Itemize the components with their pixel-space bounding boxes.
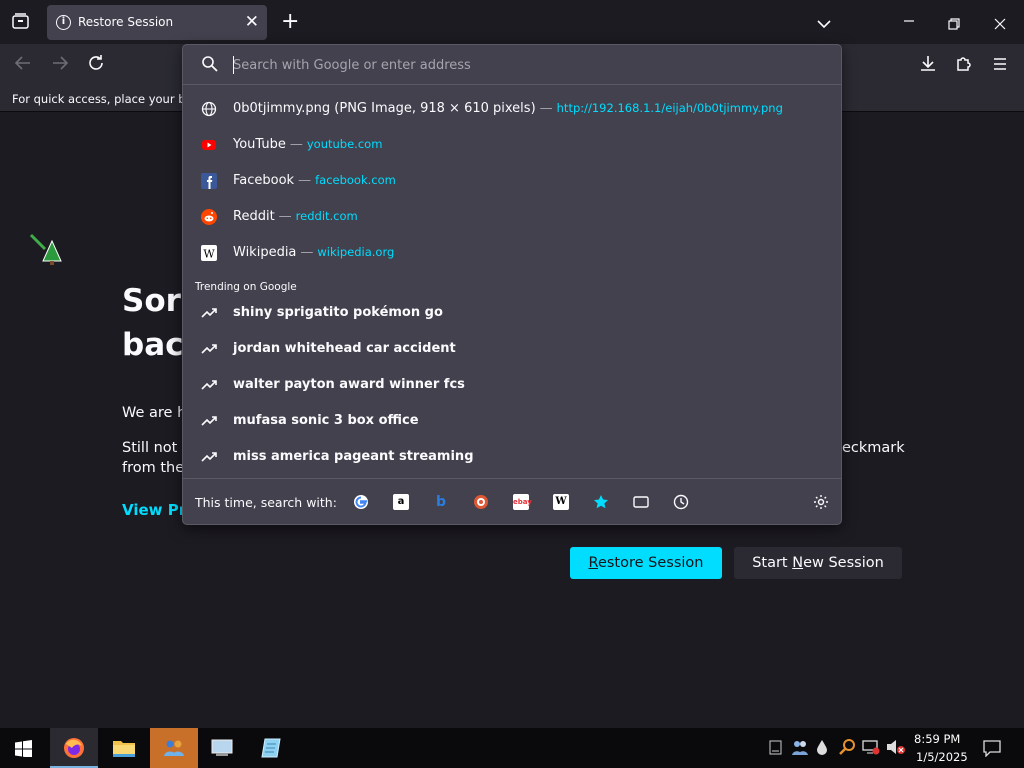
- back-arrow-icon[interactable]: [14, 53, 32, 77]
- google-icon[interactable]: [353, 494, 369, 510]
- search-with-label: This time, search with:: [195, 495, 337, 510]
- taskbar-firefox[interactable]: [50, 728, 98, 768]
- trending-row[interactable]: miss america pageant streaming: [183, 439, 841, 475]
- urlbar-input-row: [183, 45, 841, 85]
- suggestion-url: reddit.com: [295, 209, 358, 223]
- extensions-puzzle-icon[interactable]: [955, 53, 973, 77]
- start-new-session-button[interactable]: Start New Session: [734, 547, 902, 579]
- page-paragraph-2-line2: from the: [122, 460, 185, 476]
- cursor-tree-icon: [28, 231, 66, 271]
- restore-window-icon[interactable]: [948, 15, 960, 34]
- tab-restore-session[interactable]: i Restore Session ✕: [47, 5, 267, 40]
- tray-drop-icon[interactable]: [816, 739, 828, 760]
- forward-arrow-icon[interactable]: [51, 53, 69, 77]
- suggestion-title: Wikipedia: [233, 245, 297, 260]
- bing-icon[interactable]: b: [433, 494, 449, 510]
- suggestion-separator: —: [298, 173, 312, 188]
- tray-search-key-icon[interactable]: [838, 738, 856, 760]
- suggestion-separator: —: [289, 137, 303, 152]
- downloads-icon[interactable]: [919, 53, 937, 77]
- tabs-icon[interactable]: [633, 494, 649, 510]
- suggestion-url: http://192.168.1.1/eijah/0b0tjimmy.png: [556, 101, 783, 115]
- urlbar-input[interactable]: [233, 54, 823, 76]
- trending-text: shiny sprigatito pokémon go: [233, 305, 443, 320]
- text-caret: [233, 56, 234, 74]
- history-clock-icon[interactable]: [673, 494, 689, 510]
- taskbar-computer-app[interactable]: [199, 728, 247, 768]
- settings-gear-icon[interactable]: [813, 494, 829, 510]
- facebook-icon: [201, 173, 217, 189]
- trending-arrow-icon: [201, 413, 217, 429]
- suggestion-separator: —: [539, 101, 553, 116]
- taskbar-notepad-app[interactable]: [248, 728, 296, 768]
- amazon-icon[interactable]: a: [393, 494, 409, 510]
- trending-text: mufasa sonic 3 box office: [233, 413, 419, 428]
- taskbar-people-app[interactable]: [150, 728, 198, 768]
- tray-keyboard-icon[interactable]: [769, 740, 782, 760]
- suggestion-row[interactable]: Reddit — reddit.com: [183, 199, 841, 235]
- urlbar-dropdown: 0b0tjimmy.png (PNG Image, 918 × 610 pixe…: [182, 44, 842, 525]
- windows-start-icon[interactable]: [15, 740, 32, 761]
- trending-text: walter payton award winner fcs: [233, 377, 465, 392]
- suggestion-url: facebook.com: [315, 173, 396, 187]
- page-paragraph-2-line1: Still not a: [122, 440, 191, 456]
- youtube-icon: [201, 137, 217, 153]
- reload-icon[interactable]: [87, 53, 105, 77]
- suggestion-url: youtube.com: [306, 137, 383, 151]
- close-window-icon[interactable]: [994, 15, 1006, 34]
- info-icon: i: [56, 15, 71, 30]
- suggestion-row[interactable]: YouTube — youtube.com: [183, 127, 841, 163]
- trending-text: miss america pageant streaming: [233, 449, 474, 464]
- globe-icon: [201, 101, 217, 117]
- ebay-icon[interactable]: ebay: [513, 494, 532, 510]
- one-off-search-engines: This time, search with: a b ebay W: [183, 478, 841, 524]
- trending-row[interactable]: jordan whitehead car accident: [183, 331, 841, 367]
- trending-heading: Trending on Google: [195, 281, 297, 293]
- bookmarks-hint-text: For quick access, place your boo: [12, 92, 200, 106]
- tray-people-icon[interactable]: [791, 739, 809, 760]
- page-paragraph-2-tail: eckmark: [842, 440, 905, 456]
- tray-volume-muted-icon[interactable]: [886, 739, 906, 759]
- menu-hamburger-icon[interactable]: [992, 53, 1008, 77]
- suggestion-title: Facebook: [233, 173, 295, 188]
- duckduckgo-icon[interactable]: [473, 494, 489, 510]
- new-tab-plus-icon[interactable]: +: [281, 9, 299, 34]
- tab-strip: i Restore Session ✕ +: [0, 0, 1024, 44]
- bookmarks-star-icon[interactable]: [593, 494, 609, 510]
- search-icon: [201, 55, 218, 76]
- svg-text:W: W: [203, 248, 215, 261]
- taskbar-file-explorer[interactable]: [100, 728, 148, 768]
- suggestion-row[interactable]: W Wikipedia — wikipedia.org: [183, 235, 841, 271]
- suggestion-title: Reddit: [233, 209, 275, 224]
- tab-close-icon[interactable]: ✕: [245, 12, 259, 32]
- suggestion-url: wikipedia.org: [317, 245, 395, 259]
- suggestion-row[interactable]: Facebook — facebook.com: [183, 163, 841, 199]
- list-all-tabs-chevron-icon[interactable]: [817, 14, 831, 33]
- trending-arrow-icon: [201, 449, 217, 465]
- reddit-icon: [201, 209, 217, 225]
- action-center-icon[interactable]: [983, 740, 1001, 761]
- wikipedia-engine-icon[interactable]: W: [553, 494, 569, 510]
- trending-row[interactable]: mufasa sonic 3 box office: [183, 403, 841, 439]
- trending-arrow-icon: [201, 341, 217, 357]
- windows-taskbar: 8:59 PM 1/5/2025: [0, 728, 1024, 768]
- suggestion-row[interactable]: 0b0tjimmy.png (PNG Image, 918 × 610 pixe…: [183, 91, 841, 127]
- taskbar-clock-time[interactable]: 8:59 PM: [914, 732, 960, 746]
- wikipedia-icon: W: [201, 245, 217, 261]
- trending-row[interactable]: shiny sprigatito pokémon go: [183, 295, 841, 331]
- firefox-view-icon[interactable]: [12, 13, 29, 33]
- suggestion-separator: —: [300, 245, 314, 260]
- trending-row[interactable]: walter payton award winner fcs: [183, 367, 841, 403]
- suggestion-title: YouTube: [233, 137, 286, 152]
- taskbar-clock-date[interactable]: 1/5/2025: [916, 750, 968, 764]
- tab-title: Restore Session: [78, 15, 174, 29]
- suggestion-title: 0b0tjimmy.png (PNG Image, 918 × 610 pixe…: [233, 101, 536, 116]
- suggestion-separator: —: [278, 209, 292, 224]
- trending-arrow-icon: [201, 305, 217, 321]
- minimize-icon[interactable]: [903, 12, 915, 31]
- tray-network-icon[interactable]: [862, 739, 880, 759]
- trending-text: jordan whitehead car accident: [233, 341, 456, 356]
- trending-arrow-icon: [201, 377, 217, 393]
- restore-session-button[interactable]: Restore Session: [570, 547, 722, 579]
